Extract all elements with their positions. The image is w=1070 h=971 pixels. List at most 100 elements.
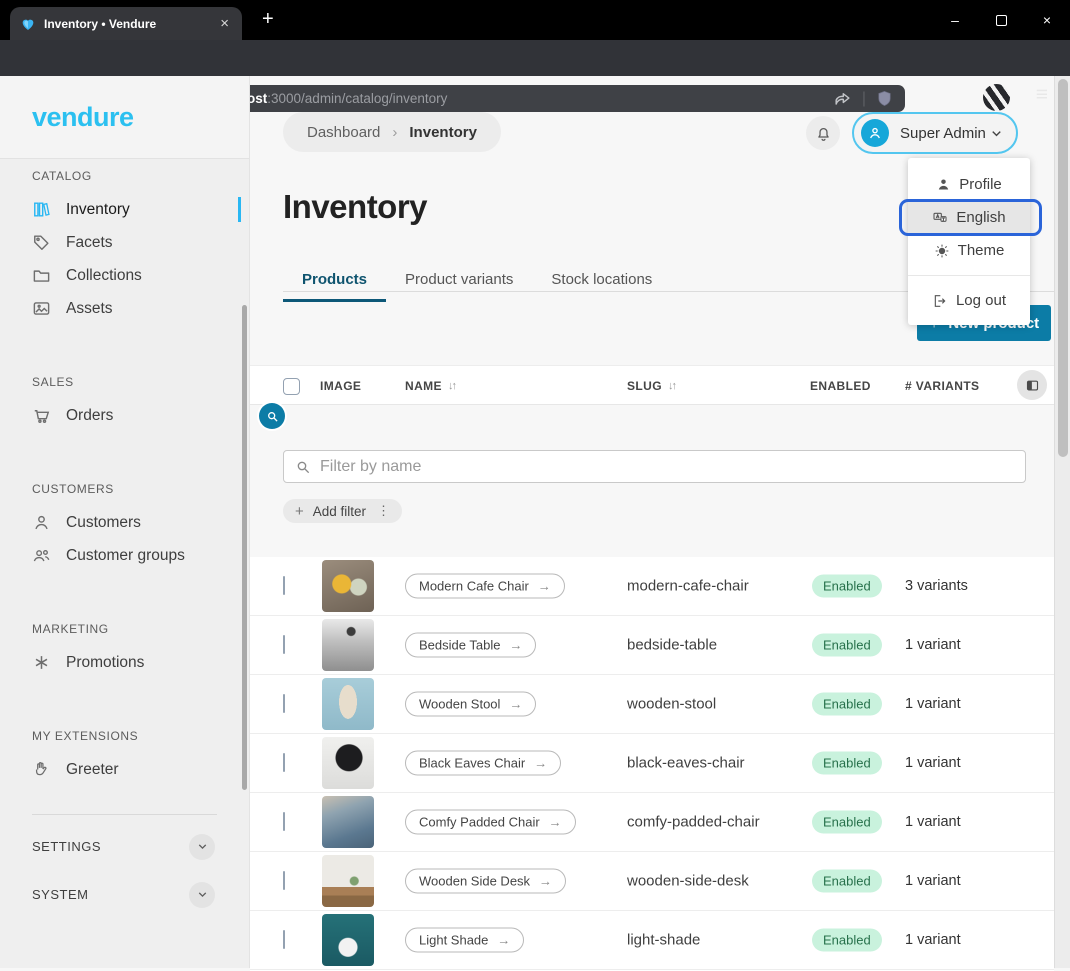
- sidebar-item-label: Promotions: [66, 654, 144, 672]
- menu-item-profile[interactable]: Profile: [908, 168, 1030, 201]
- product-name-link[interactable]: Bedside Table→: [405, 633, 536, 658]
- variant-count: 1 variant: [905, 932, 961, 948]
- sidebar-group-settings[interactable]: SETTINGS: [0, 830, 249, 863]
- tab-product-variants[interactable]: Product variants: [386, 271, 532, 302]
- row-checkbox[interactable]: [283, 635, 285, 654]
- sidebar-item-promotions[interactable]: Promotions: [0, 646, 249, 679]
- kebab-menu-icon[interactable]: ⋮: [377, 503, 390, 519]
- product-name-link[interactable]: Comfy Padded Chair→: [405, 810, 576, 835]
- row-checkbox[interactable]: [283, 812, 285, 831]
- user-menu-button[interactable]: Super Admin: [852, 112, 1018, 154]
- sidebar-item-customer-groups[interactable]: Customer groups: [0, 539, 249, 572]
- bell-icon: [815, 125, 832, 142]
- product-slug: black-eaves-chair: [627, 755, 745, 772]
- window-minimize-button[interactable]: –: [932, 0, 978, 40]
- product-thumbnail: [322, 737, 374, 789]
- vendure-logo[interactable]: vendure: [32, 102, 134, 133]
- column-header-slug[interactable]: SLUG↓↑: [627, 366, 675, 406]
- column-settings-button[interactable]: [1017, 370, 1047, 400]
- breadcrumb-separator-icon: ›: [392, 124, 397, 141]
- tag-icon: [32, 233, 51, 252]
- search-icon: [295, 459, 311, 475]
- sort-icon[interactable]: ↓↑: [668, 380, 675, 392]
- page-scrollbar[interactable]: [1054, 76, 1070, 968]
- add-filter-button[interactable]: + Add filter ⋮: [283, 499, 402, 523]
- product-thumbnail: [322, 914, 374, 966]
- sidebar-item-facets[interactable]: Facets: [0, 226, 249, 259]
- status-badge: Enabled: [812, 752, 882, 775]
- tab-products[interactable]: Products: [283, 271, 386, 302]
- sidebar-item-customers[interactable]: Customers: [0, 506, 249, 539]
- arrow-right-icon: →: [497, 933, 510, 948]
- product-name-link[interactable]: Light Shade→: [405, 928, 524, 953]
- tab-close-icon[interactable]: ×: [217, 15, 232, 32]
- section-label-catalog: CATALOG: [32, 169, 249, 183]
- filter-by-name-input[interactable]: [320, 458, 1014, 476]
- sidebar-item-orders[interactable]: Orders: [0, 399, 249, 432]
- row-checkbox[interactable]: [283, 930, 285, 949]
- window-close-button[interactable]: ×: [1024, 0, 1070, 40]
- arrow-right-icon: →: [509, 697, 522, 712]
- user-dropdown-menu: Profile English Theme Log out: [908, 158, 1030, 325]
- variant-count: 1 variant: [905, 637, 961, 653]
- menu-item-theme[interactable]: Theme: [908, 234, 1030, 267]
- column-header-name[interactable]: NAME↓↑: [405, 366, 455, 406]
- page-title: Inventory: [283, 188, 427, 226]
- sidebar-scrollbar[interactable]: [242, 305, 247, 790]
- chevron-down-icon[interactable]: [189, 834, 215, 860]
- row-checkbox[interactable]: [283, 694, 285, 713]
- column-header-enabled: ENABLED: [810, 366, 871, 406]
- chevron-down-icon[interactable]: [189, 882, 215, 908]
- status-badge: Enabled: [812, 634, 882, 657]
- product-slug: light-shade: [627, 932, 700, 949]
- sidebar-item-inventory[interactable]: Inventory: [0, 193, 249, 226]
- menu-item-logout[interactable]: Log out: [908, 284, 1030, 317]
- product-thumbnail: [322, 560, 374, 612]
- browser-tab[interactable]: Inventory • Vendure ×: [10, 7, 242, 40]
- variant-count: 1 variant: [905, 696, 961, 712]
- status-badge: Enabled: [812, 575, 882, 598]
- profile-icon: [936, 177, 951, 192]
- section-label-sales: SALES: [32, 375, 249, 389]
- sort-icon[interactable]: ↓↑: [448, 380, 455, 392]
- product-thumbnail: [322, 678, 374, 730]
- sidebar-group-system[interactable]: SYSTEM: [0, 878, 249, 911]
- vendure-favicon-icon: [20, 16, 36, 32]
- hand-icon: [32, 760, 51, 779]
- row-checkbox[interactable]: [283, 871, 285, 890]
- section-label-customers: CUSTOMERS: [32, 482, 249, 496]
- window-maximize-button[interactable]: [978, 0, 1024, 40]
- section-label-my-extensions: MY EXTENSIONS: [32, 729, 249, 743]
- product-name-link[interactable]: Wooden Side Desk→: [405, 869, 566, 894]
- select-all-checkbox[interactable]: [283, 378, 300, 395]
- product-name-link[interactable]: Wooden Stool→: [405, 692, 536, 717]
- sidebar-item-collections[interactable]: Collections: [0, 259, 249, 292]
- arrow-right-icon: →: [538, 579, 551, 594]
- tab-stock-locations[interactable]: Stock locations: [532, 271, 671, 302]
- menu-item-language[interactable]: English: [908, 201, 1030, 234]
- filter-input-wrapper: [283, 450, 1026, 483]
- breadcrumb-dashboard[interactable]: Dashboard: [307, 124, 380, 141]
- sidebar-item-assets[interactable]: Assets: [0, 292, 249, 325]
- sidebar-item-greeter[interactable]: Greeter: [0, 753, 249, 786]
- scrollbar-thumb[interactable]: [1058, 79, 1068, 457]
- product-name-link[interactable]: Black Eaves Chair→: [405, 751, 561, 776]
- table-row: Black Eaves Chair→ black-eaves-chair Ena…: [250, 734, 1054, 793]
- notifications-button[interactable]: [806, 116, 840, 150]
- row-checkbox[interactable]: [283, 753, 285, 772]
- image-icon: [32, 299, 51, 318]
- sidebar-item-label: Orders: [66, 407, 113, 425]
- row-checkbox[interactable]: [283, 576, 285, 595]
- sidebar-divider: [32, 814, 217, 815]
- arrow-right-icon: →: [549, 815, 562, 830]
- search-toggle-button[interactable]: [259, 403, 285, 429]
- sidebar-item-label: Inventory: [66, 201, 130, 219]
- product-slug: modern-cafe-chair: [627, 578, 749, 595]
- new-tab-button[interactable]: +: [262, 8, 274, 31]
- plus-icon: +: [295, 503, 304, 520]
- table-row: Light Shade→ light-shade Enabled 1 varia…: [250, 911, 1054, 970]
- arrow-right-icon: →: [534, 756, 547, 771]
- table-row: Comfy Padded Chair→ comfy-padded-chair E…: [250, 793, 1054, 852]
- variant-count: 3 variants: [905, 578, 968, 594]
- product-name-link[interactable]: Modern Cafe Chair→: [405, 574, 565, 599]
